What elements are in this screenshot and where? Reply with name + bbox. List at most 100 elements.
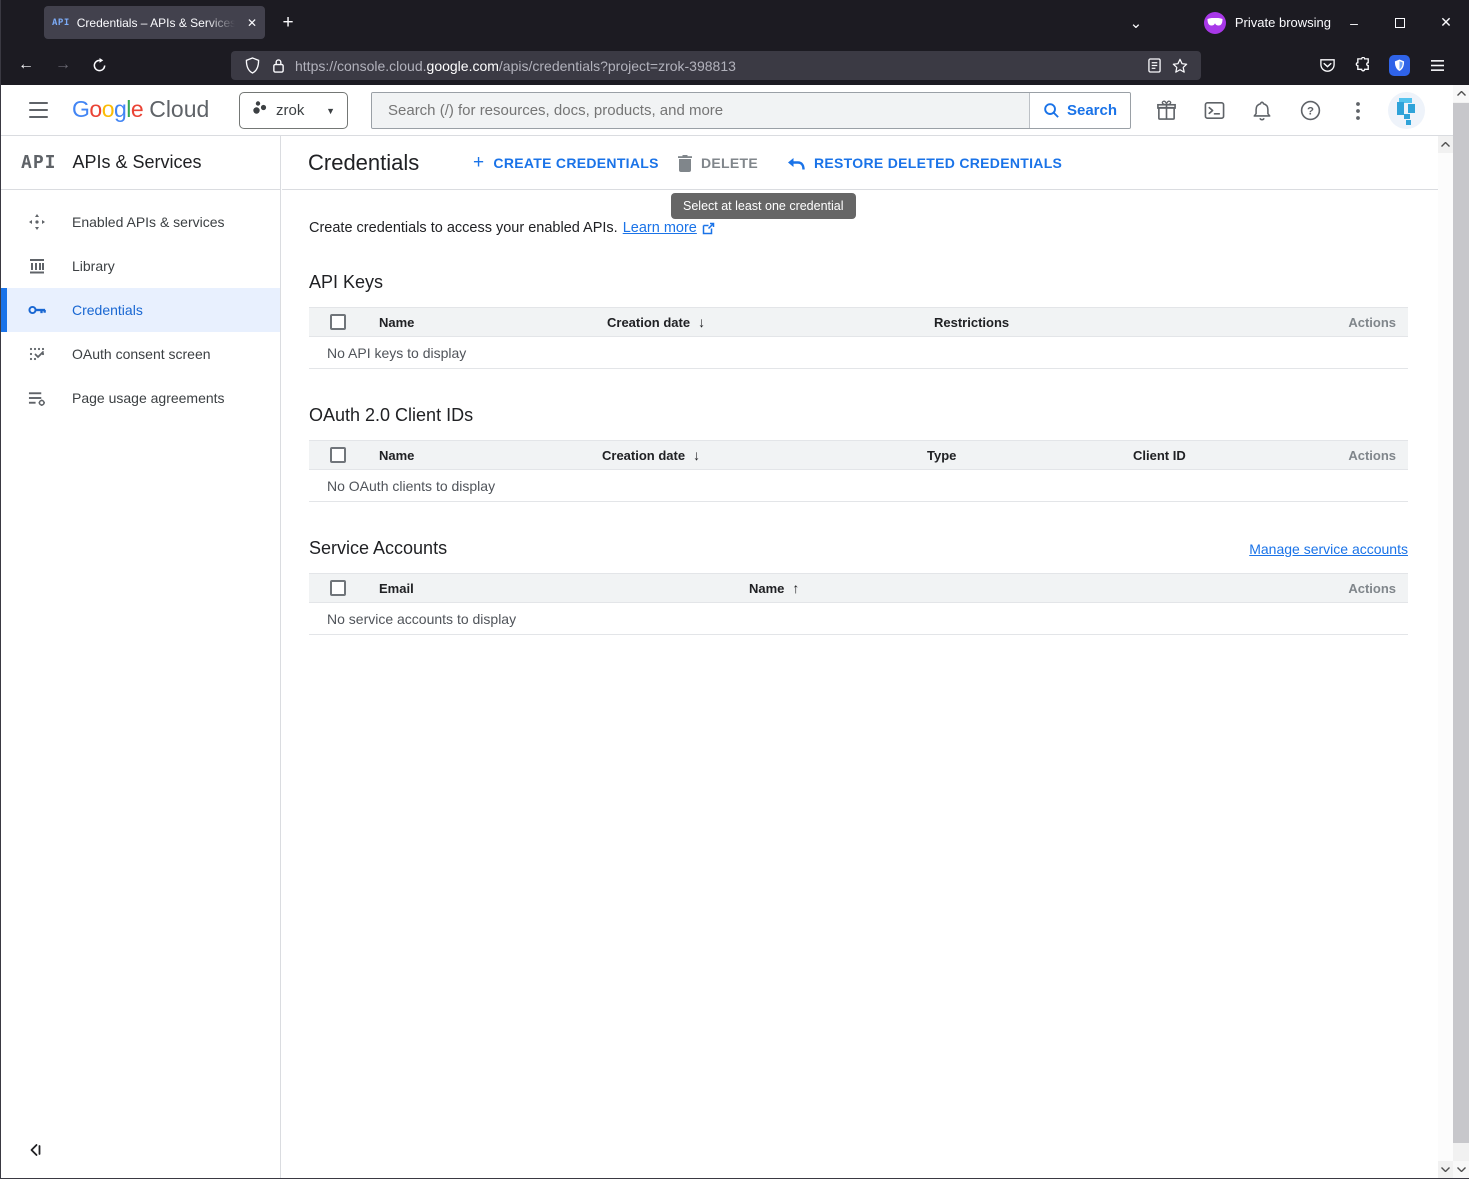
private-browsing-badge: Private browsing (1204, 12, 1331, 34)
column-type: Type (915, 448, 1121, 463)
chevron-down-icon: ▼ (326, 106, 335, 116)
scroll-up-button[interactable] (1438, 136, 1453, 153)
column-creation-date[interactable]: Creation date↓ (595, 314, 922, 330)
select-all-checkbox[interactable] (330, 314, 346, 330)
sidebar-item-credentials[interactable]: Credentials (1, 288, 280, 332)
gcp-search-bar: Search (371, 92, 1131, 129)
tab-bar: API Credentials – APIs & Services – z ✕ … (1, 0, 1469, 45)
learn-more-link[interactable]: Learn more (623, 220, 697, 236)
oauth-title: OAuth 2.0 Client IDs (309, 405, 1438, 426)
column-creation-date[interactable]: Creation date↓ (590, 447, 915, 463)
tab-close-icon[interactable]: ✕ (247, 16, 257, 30)
oauth-consent-icon (28, 345, 46, 363)
sort-desc-icon: ↓ (693, 447, 700, 463)
search-button[interactable]: Search (1029, 93, 1130, 128)
api-keys-section: API Keys Name Creation date↓ Restriction… (282, 272, 1438, 369)
scroll-up-button[interactable] (1453, 85, 1469, 102)
shield-extension-icon[interactable] (1384, 50, 1414, 80)
project-selector[interactable]: zrok ▼ (239, 92, 348, 129)
sidebar-collapse-button[interactable] (27, 1142, 47, 1162)
minimize-button[interactable]: – (1331, 0, 1377, 45)
service-accounts-empty-message: No service accounts to display (309, 603, 1408, 635)
app-menu-icon[interactable] (1422, 50, 1452, 80)
create-credentials-button[interactable]: + CREATE CREDENTIALS (473, 136, 659, 190)
search-icon (1043, 102, 1060, 119)
column-restrictions: Restrictions (922, 315, 1328, 330)
gcp-nav-menu-icon[interactable] (29, 102, 48, 118)
page-usage-icon (28, 389, 46, 407)
key-icon (28, 301, 46, 319)
select-all-checkbox[interactable] (330, 447, 346, 463)
pocket-icon[interactable] (1312, 50, 1342, 80)
column-name[interactable]: Name↑ (737, 580, 1328, 596)
forward-button[interactable]: → (48, 50, 78, 80)
column-actions: Actions (1328, 315, 1408, 330)
navigation-bar: ← → https://console.cloud.google.com/api… (1, 45, 1469, 85)
scrollbar-thumb[interactable] (1453, 103, 1469, 1143)
sidebar-item-oauth-consent[interactable]: OAuth consent screen (1, 332, 280, 376)
tooltip: Select at least one credential (671, 193, 856, 219)
column-actions: Actions (1328, 581, 1408, 596)
oauth-empty-message: No OAuth clients to display (309, 470, 1408, 502)
back-button[interactable]: ← (11, 50, 41, 80)
lock-icon[interactable] (265, 53, 291, 79)
delete-button[interactable]: DELETE (678, 136, 758, 190)
select-all-checkbox[interactable] (330, 580, 346, 596)
browser-tab[interactable]: API Credentials – APIs & Services – z ✕ (44, 6, 265, 39)
api-keys-empty-message: No API keys to display (309, 337, 1408, 369)
sort-desc-icon: ↓ (698, 314, 705, 330)
tab-list-chevron-icon[interactable]: ⌄ (1120, 14, 1152, 32)
tab-title: Credentials – APIs & Services – z (77, 16, 235, 30)
project-icon (252, 100, 268, 121)
account-avatar[interactable] (1382, 87, 1430, 135)
content-header: Credentials + CREATE CREDENTIALS DELETE … (282, 136, 1438, 190)
url-bar[interactable]: https://console.cloud.google.com/apis/cr… (231, 51, 1201, 80)
reader-view-icon[interactable] (1141, 53, 1167, 79)
api-keys-title: API Keys (309, 272, 1438, 293)
more-options-icon[interactable] (1334, 87, 1382, 135)
google-cloud-logo[interactable]: GoogleCloud (72, 96, 209, 123)
sidebar: API APIs & Services Enabled APIs & servi… (1, 136, 281, 1178)
cloud-shell-icon[interactable] (1190, 87, 1238, 135)
column-name: Name (367, 448, 590, 463)
undo-icon (787, 157, 805, 170)
free-trial-gift-icon[interactable] (1142, 87, 1190, 135)
maximize-button[interactable] (1377, 0, 1423, 45)
bookmark-star-icon[interactable] (1167, 53, 1193, 79)
help-icon[interactable]: ? (1286, 87, 1334, 135)
tracking-shield-icon[interactable] (239, 53, 265, 79)
external-link-icon (702, 222, 715, 235)
private-mask-icon (1204, 12, 1226, 34)
notifications-bell-icon[interactable] (1238, 87, 1286, 135)
gcp-header: GoogleCloud zrok ▼ Search (1, 85, 1469, 136)
window-scrollbar[interactable] (1453, 85, 1469, 1178)
restore-deleted-credentials-button[interactable]: RESTORE DELETED CREDENTIALS (787, 136, 1062, 190)
column-name: Name (367, 315, 595, 330)
sidebar-item-page-usage[interactable]: Page usage agreements (1, 376, 280, 420)
sidebar-title: APIs & Services (73, 152, 202, 173)
manage-service-accounts-link[interactable]: Manage service accounts (1249, 541, 1408, 557)
extensions-puzzle-icon[interactable] (1348, 50, 1378, 80)
new-tab-button[interactable]: + (273, 8, 303, 38)
plus-icon: + (473, 152, 484, 174)
service-accounts-table: Email Name↑ Actions No service accounts … (309, 573, 1408, 635)
page-title: Credentials (308, 150, 419, 176)
column-email: Email (367, 581, 737, 596)
content-scrollbar[interactable] (1438, 136, 1453, 1178)
scroll-down-button[interactable] (1453, 1161, 1469, 1178)
project-name: zrok (276, 102, 304, 119)
trash-icon (678, 155, 692, 172)
scroll-down-button[interactable] (1438, 1161, 1453, 1178)
sidebar-item-enabled-apis[interactable]: Enabled APIs & services (1, 200, 280, 244)
column-client-id: Client ID (1121, 448, 1328, 463)
sidebar-item-library[interactable]: Library (1, 244, 280, 288)
api-logo: API (21, 152, 57, 173)
library-icon (28, 257, 46, 275)
sort-asc-icon: ↑ (792, 580, 799, 596)
search-input[interactable] (372, 93, 1029, 128)
oauth-section: OAuth 2.0 Client IDs Name Creation date↓… (282, 405, 1438, 502)
window-close-button[interactable]: ✕ (1423, 0, 1469, 45)
svg-text:?: ? (1307, 106, 1314, 118)
service-accounts-title: Service Accounts (309, 538, 447, 559)
reload-button[interactable] (84, 50, 114, 80)
